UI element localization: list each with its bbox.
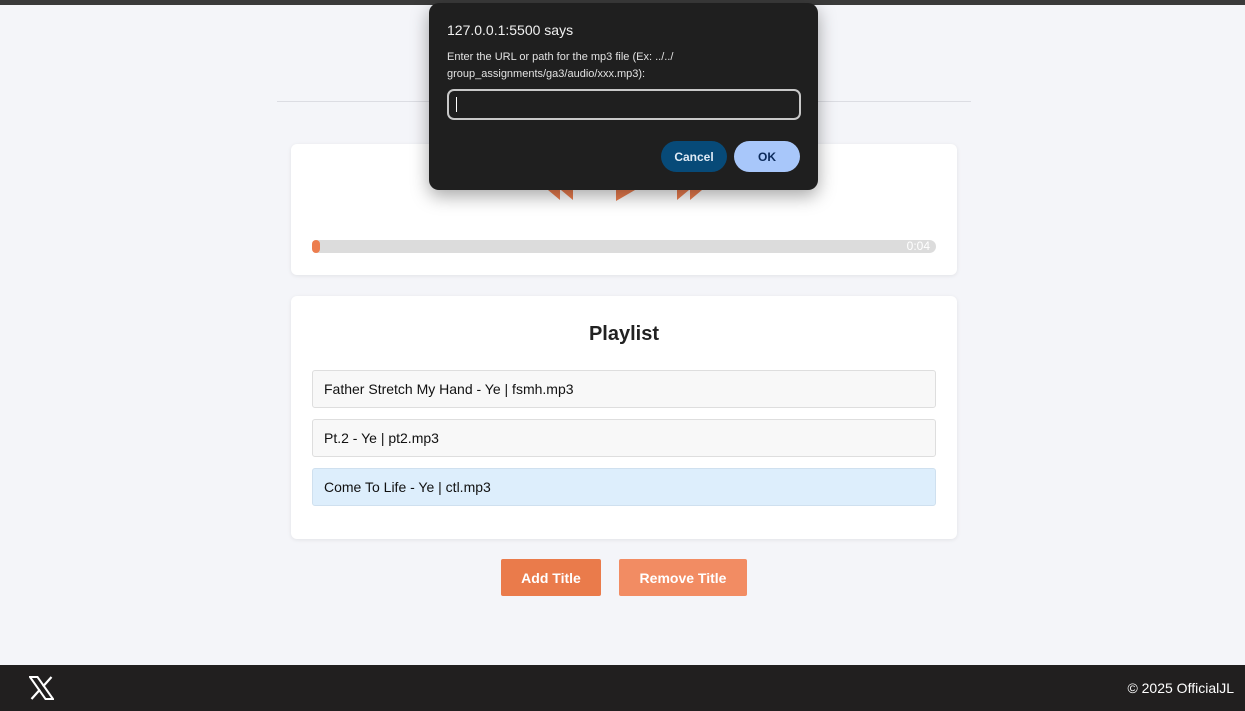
playlist-item-active[interactable]: Come To Life - Ye | ctl.mp3 bbox=[312, 468, 936, 506]
cancel-button[interactable]: Cancel bbox=[661, 141, 727, 172]
playlist-item[interactable]: Pt.2 - Ye | pt2.mp3 bbox=[312, 419, 936, 457]
ok-button[interactable]: OK bbox=[734, 141, 800, 172]
add-title-button[interactable]: Add Title bbox=[501, 559, 601, 596]
playlist-item[interactable]: Father Stretch My Hand - Ye | fsmh.mp3 bbox=[312, 370, 936, 408]
prompt-dialog: 127.0.0.1:5500 says Enter the URL or pat… bbox=[429, 3, 818, 190]
url-input[interactable] bbox=[447, 89, 801, 120]
progress-fill bbox=[312, 240, 320, 253]
dialog-title: 127.0.0.1:5500 says bbox=[447, 22, 574, 38]
time-display: 0:04 bbox=[906, 239, 930, 253]
remove-title-button[interactable]: Remove Title bbox=[619, 559, 747, 596]
x-logo-icon[interactable] bbox=[28, 676, 55, 700]
dialog-message: Enter the URL or path for the mp3 file (… bbox=[447, 51, 674, 80]
text-caret bbox=[456, 97, 457, 112]
copyright-text: © 2025 OfficialJL bbox=[1127, 680, 1234, 696]
progress-bar[interactable]: 0:04 bbox=[312, 240, 936, 253]
playlist-card: Playlist Father Stretch My Hand - Ye | f… bbox=[291, 296, 957, 539]
playlist-title: Playlist bbox=[588, 323, 660, 345]
footer: © 2025 OfficialJL bbox=[0, 665, 1245, 711]
